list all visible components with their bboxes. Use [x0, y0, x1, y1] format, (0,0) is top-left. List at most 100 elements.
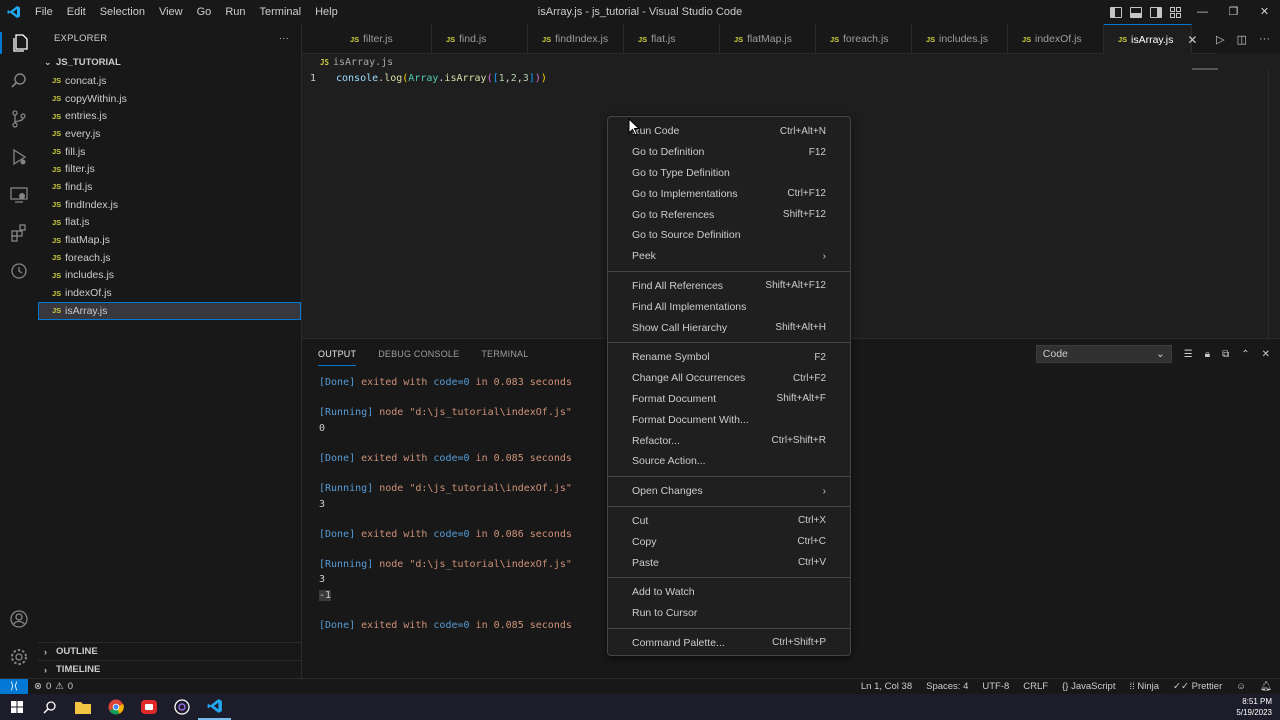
code-line[interactable]: 1 console. log(Array. isArray([1, 2, 3])) — [302, 70, 1280, 86]
menu-item-run-code[interactable]: Run Code Ctrl+Alt+N — [608, 121, 850, 142]
editor-tab[interactable]: JS find.js — [432, 24, 528, 54]
menu-item-find-all-implementations[interactable]: Find All Implementations — [608, 296, 850, 317]
menu-item-source-action[interactable]: Source Action... — [608, 451, 850, 472]
menu-go[interactable]: Go — [190, 0, 219, 24]
system-clock[interactable]: 8:51 PM 5/19/2023 — [1236, 696, 1272, 718]
more-actions-icon[interactable]: ··· — [279, 33, 289, 44]
settings-gear-icon[interactable] — [8, 646, 30, 668]
close-panel-icon[interactable]: ✕ — [1262, 349, 1270, 360]
panel-tab-terminal[interactable]: TERMINAL — [481, 343, 528, 365]
prettier-status[interactable]: ✓✓ Prettier — [1173, 681, 1222, 692]
editor-scrollbar[interactable] — [1268, 70, 1280, 338]
toggle-primary-sidebar-icon[interactable] — [1110, 6, 1122, 18]
customize-layout-icon[interactable] — [1170, 6, 1182, 18]
run-debug-icon[interactable] — [8, 146, 30, 168]
menu-item-paste[interactable]: Paste Ctrl+V — [608, 552, 850, 573]
encoding[interactable]: UTF-8 — [982, 681, 1009, 692]
notifications-bell-icon[interactable]: 🔔︎ — [1260, 681, 1272, 692]
file-item[interactable]: JS includes.js — [38, 267, 301, 285]
copy-icon[interactable]: ⧉ — [1222, 349, 1229, 360]
recorder-app-icon[interactable] — [132, 694, 165, 720]
menu-view[interactable]: View — [152, 0, 190, 24]
menu-item-copy[interactable]: Copy Ctrl+C — [608, 531, 850, 552]
editor-tab[interactable]: JS foreach.js — [816, 24, 912, 54]
start-button[interactable] — [0, 694, 33, 720]
more-actions-icon[interactable]: ··· — [1259, 33, 1270, 45]
toggle-panel-icon[interactable] — [1130, 6, 1142, 18]
restore-button[interactable]: ❐ — [1218, 0, 1249, 24]
maximize-panel-icon[interactable]: ⌃ — [1241, 349, 1249, 360]
menu-item-rename-symbol[interactable]: Rename Symbol F2 — [608, 347, 850, 368]
panel-tab-output[interactable]: OUTPUT — [318, 343, 357, 366]
close-window-button[interactable]: ✕ — [1249, 0, 1280, 24]
menu-terminal[interactable]: Terminal — [253, 0, 309, 24]
menu-file[interactable]: File — [28, 0, 60, 24]
editor-tab[interactable]: JS flat.js — [624, 24, 720, 54]
output-channel-select[interactable]: Code ⌄ — [1035, 345, 1172, 363]
cursor-position[interactable]: Ln 1, Col 38 — [861, 681, 912, 692]
github-desktop-icon[interactable] — [165, 694, 198, 720]
menu-item-open-changes[interactable]: Open Changes › — [608, 481, 850, 502]
menu-help[interactable]: Help — [308, 0, 345, 24]
file-item[interactable]: JS foreach.js — [38, 249, 301, 267]
breadcrumb-file[interactable]: isArray.js — [333, 57, 393, 68]
editor-tab[interactable]: JS includes.js — [912, 24, 1008, 54]
menu-item-run-to-cursor[interactable]: Run to Cursor — [608, 603, 850, 624]
file-item[interactable]: JS indexOf.js — [38, 284, 301, 302]
extensions-icon[interactable] — [8, 222, 30, 244]
split-editor-icon[interactable]: ◫ — [1237, 33, 1247, 46]
file-item[interactable]: JS copyWithin.js — [38, 90, 301, 108]
menu-run[interactable]: Run — [218, 0, 252, 24]
remote-indicator-icon[interactable]: ⟩⟨ — [0, 678, 28, 695]
run-code-icon[interactable]: ▷ — [1216, 33, 1224, 46]
outline-section[interactable]: › OUTLINE — [38, 642, 302, 660]
vscode-taskbar-icon[interactable] — [198, 694, 231, 720]
menu-item-refactor[interactable]: Refactor... Ctrl+Shift+R — [608, 430, 850, 451]
workspace-folder[interactable]: ⌄ JS_TUTORIAL — [38, 52, 301, 72]
menu-item-go-to-implementations[interactable]: Go to Implementations Ctrl+F12 — [608, 183, 850, 204]
chrome-icon[interactable] — [99, 694, 132, 720]
menu-item-go-to-definition[interactable]: Go to Definition F12 — [608, 142, 850, 163]
ninja-status[interactable]: ⁞⁞ Ninja — [1129, 681, 1159, 692]
remote-explorer-icon[interactable] — [8, 184, 30, 206]
end-of-line[interactable]: CRLF — [1023, 681, 1048, 692]
minimap[interactable] — [1192, 68, 1218, 70]
menu-item-go-to-type-definition[interactable]: Go to Type Definition — [608, 163, 850, 184]
lock-scroll-icon[interactable]: 🔒︎ — [1205, 349, 1210, 360]
toggle-secondary-sidebar-icon[interactable] — [1150, 6, 1162, 18]
file-item[interactable]: JS fill.js — [38, 143, 301, 161]
source-control-icon[interactable] — [8, 108, 30, 130]
feedback-icon[interactable]: ☺ — [1236, 681, 1246, 692]
menu-selection[interactable]: Selection — [93, 0, 152, 24]
editor-tab[interactable]: JS findIndex.js — [528, 24, 624, 54]
file-item[interactable]: JS find.js — [38, 178, 301, 196]
timeline-section[interactable]: › TIMELINE — [38, 660, 302, 678]
menu-item-format-document[interactable]: Format Document Shift+Alt+F — [608, 389, 850, 410]
menu-item-command-palette[interactable]: Command Palette... Ctrl+Shift+P — [608, 633, 850, 654]
menu-item-go-to-references[interactable]: Go to References Shift+F12 — [608, 204, 850, 225]
menu-item-add-to-watch[interactable]: Add to Watch — [608, 582, 850, 603]
menu-edit[interactable]: Edit — [60, 0, 93, 24]
file-item[interactable]: JS flatMap.js — [38, 231, 301, 249]
menu-item-find-all-references[interactable]: Find All References Shift+Alt+F12 — [608, 276, 850, 297]
file-item[interactable]: JS isArray.js — [38, 301, 301, 320]
menu-item-change-all-occurrences[interactable]: Change All Occurrences Ctrl+F2 — [608, 368, 850, 389]
minimize-button[interactable]: — — [1187, 0, 1218, 24]
problems-indicator[interactable]: ⊗ 0 ⚠ 0 — [28, 681, 73, 692]
menu-item-cut[interactable]: Cut Ctrl+X — [608, 511, 850, 532]
editor-tab[interactable]: JS isArray.js ✕ — [1104, 24, 1197, 54]
clear-output-icon[interactable]: ☰ — [1184, 349, 1193, 360]
menu-item-go-to-source-definition[interactable]: Go to Source Definition — [608, 225, 850, 246]
account-icon[interactable] — [8, 608, 30, 630]
taskbar-search-icon[interactable] — [33, 694, 66, 720]
timeline-icon[interactable] — [8, 260, 30, 282]
file-explorer-icon[interactable] — [66, 694, 99, 720]
menu-item-format-document-with[interactable]: Format Document With... — [608, 409, 850, 430]
file-item[interactable]: JS filter.js — [38, 160, 301, 178]
language-mode[interactable]: {} JavaScript — [1062, 681, 1115, 692]
menu-item-show-call-hierarchy[interactable]: Show Call Hierarchy Shift+Alt+H — [608, 317, 850, 338]
file-item[interactable]: JS findIndex.js — [38, 196, 301, 214]
panel-tab-debug-console[interactable]: DEBUG CONSOLE — [378, 343, 459, 365]
indentation[interactable]: Spaces: 4 — [926, 681, 968, 692]
file-item[interactable]: JS entries.js — [38, 107, 301, 125]
